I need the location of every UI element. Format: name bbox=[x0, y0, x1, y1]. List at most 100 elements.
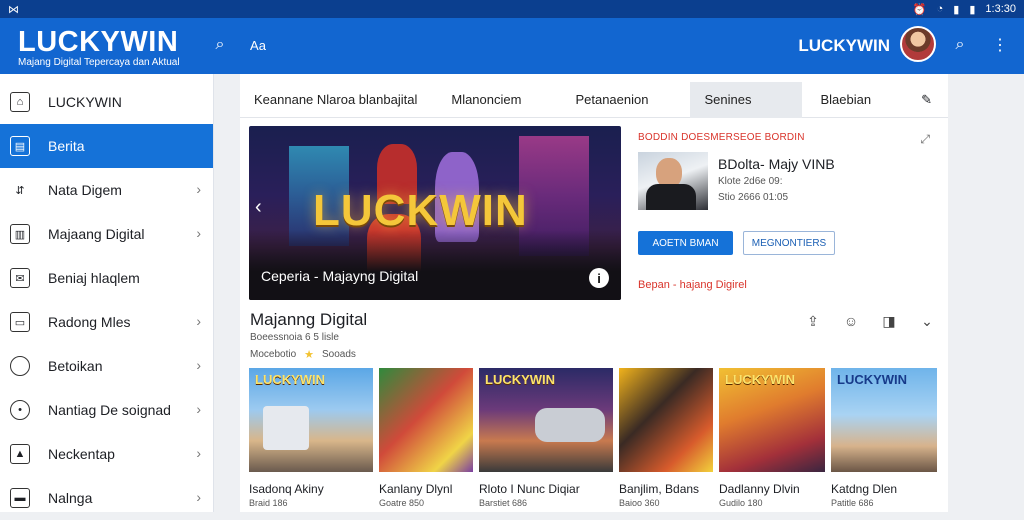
tab-3[interactable]: Petanaenion bbox=[561, 82, 662, 118]
brand-logo: LUCKYWIN bbox=[18, 26, 179, 58]
hero-banner[interactable]: LUCKWIN ‹ Ceperia - Majayng Digital i bbox=[249, 126, 621, 300]
sidebar-item-inbox[interactable]: ▬ Nalnga › bbox=[0, 476, 213, 520]
sidebar-item-mail[interactable]: ✉ Beniaj hlaqlem bbox=[0, 256, 213, 300]
card-image: LUCKYWIN bbox=[479, 368, 613, 472]
card-image bbox=[619, 368, 713, 472]
card-image bbox=[379, 368, 473, 472]
chevron-left-icon[interactable]: ‹ bbox=[255, 196, 262, 219]
sidebar-item-image[interactable]: ▲ Neckentap › bbox=[0, 432, 213, 476]
news-icon: ▤ bbox=[10, 136, 30, 156]
sidebar-item-label: LUCKYWIN bbox=[48, 94, 122, 110]
chevron-right-icon: › bbox=[196, 357, 201, 373]
status-bar: ⋈ ⏰ ◔ ▮ ▮ 1:3:30 bbox=[0, 0, 1024, 18]
card-subtitle: Baioo 360 bbox=[619, 498, 660, 508]
section-meta-left: Mocebotio bbox=[250, 349, 297, 360]
emoji-icon[interactable]: ☺ bbox=[842, 312, 860, 330]
sidebar-item-label: Nata Digem bbox=[48, 182, 122, 198]
card-image: LUCKYWIN bbox=[719, 368, 825, 472]
card-badge: LUCKYWIN bbox=[485, 372, 556, 387]
battery-icon: ▮ bbox=[969, 3, 976, 16]
chevron-down-icon[interactable]: ⌄ bbox=[918, 312, 936, 330]
sidebar: ⌂ LUCKYWIN ▤ Berita ⇵ Nata Digem › ▥ Maj… bbox=[0, 74, 214, 512]
content-card[interactable]: LUCKYWIN Rloto I Nunc Diqiar Barstiet 68… bbox=[479, 368, 613, 508]
status-time: 1:3:30 bbox=[985, 3, 1016, 15]
section-title: Majanng Digital bbox=[250, 310, 368, 329]
sidebar-item-trend[interactable]: ⇵ Nata Digem › bbox=[0, 168, 213, 212]
card-subtitle: Barstiet 686 bbox=[479, 498, 528, 508]
featured-news-card: BODDIN DOESMERSEOE BORDIN ⤢ BDolta- Majy… bbox=[638, 126, 938, 300]
avatar[interactable] bbox=[900, 26, 936, 62]
sidebar-item-grid[interactable]: ▥ Majaang Digital › bbox=[0, 212, 213, 256]
news-meta: Stio 2666 01:05 bbox=[718, 192, 789, 203]
sidebar-item-label: Neckentap bbox=[48, 446, 115, 462]
secondary-action-button[interactable]: MEGNONTIERS bbox=[743, 231, 835, 255]
chevron-right-icon: › bbox=[196, 401, 201, 417]
hero-caption: Ceperia - Majayng Digital bbox=[261, 268, 419, 284]
tab-4[interactable]: Senines bbox=[690, 81, 803, 118]
trend-icon: ⇵ bbox=[15, 184, 25, 197]
sidebar-item-box[interactable]: ▭ Radong Mles › bbox=[0, 300, 213, 344]
tab-5[interactable]: Blaebian bbox=[806, 82, 885, 118]
app-bar: LUCKYWIN Majang Digital Tepercaya dan Ak… bbox=[0, 18, 1024, 74]
translate-icon[interactable]: Aa bbox=[248, 35, 268, 55]
content-card[interactable]: Kanlany Dlynl Goatre 850 bbox=[379, 368, 473, 508]
mic-icon[interactable]: ✎ bbox=[921, 92, 932, 108]
content-card[interactable]: LUCKYWIN Dadlanny Dlvin Gudilo 180 bbox=[719, 368, 825, 508]
sidebar-item-circle[interactable]: Betoikan › bbox=[0, 344, 213, 388]
main-content: Keannane Nlaroa blanbajital Mlanonciem P… bbox=[240, 74, 948, 512]
sidebar-item-label: Nalnga bbox=[48, 490, 93, 506]
chevron-right-icon: › bbox=[196, 181, 201, 197]
box-icon: ▭ bbox=[10, 312, 30, 332]
bus-shape bbox=[263, 406, 309, 450]
card-title: Isadonq Akiny bbox=[249, 482, 324, 496]
news-footer-link[interactable]: Bepan - hajang Digirel bbox=[638, 279, 747, 291]
info-icon[interactable]: i bbox=[589, 268, 609, 288]
share-icon[interactable]: ⇪ bbox=[804, 312, 822, 330]
thumb-body bbox=[646, 184, 696, 210]
tab-1[interactable]: Keannane Nlaroa blanbajital bbox=[240, 82, 431, 118]
news-kicker: BODDIN DOESMERSEOE BORDIN bbox=[638, 132, 805, 143]
card-image: LUCKYWIN bbox=[831, 368, 937, 472]
card-subtitle: Braid 186 bbox=[249, 498, 288, 508]
primary-action-button[interactable]: AOETN BMAN bbox=[638, 231, 733, 255]
home-icon: ⌂ bbox=[10, 92, 30, 112]
sidebar-item-location[interactable]: • Nantiag De soignad › bbox=[0, 388, 213, 432]
content-card[interactable]: LUCKYWIN Katdng Dlen Patitle 686 bbox=[831, 368, 937, 508]
signal-icon: ▮ bbox=[953, 3, 960, 16]
sidebar-item-label: Radong Mles bbox=[48, 314, 131, 330]
more-vert-icon[interactable]: ⋮ bbox=[990, 35, 1010, 55]
share-icon[interactable]: ⤢ bbox=[920, 132, 930, 147]
image-icon: ▲ bbox=[10, 444, 30, 464]
wifi-icon: ◔ bbox=[936, 3, 944, 15]
status-right: ⏰ ◔ ▮ ▮ 1:3:30 bbox=[913, 3, 1016, 16]
sidebar-item-home[interactable]: ⌂ LUCKYWIN bbox=[0, 80, 213, 124]
card-title: Rloto I Nunc Diqiar bbox=[479, 482, 580, 496]
section-actions: ⇪ ☺ ◨ ⌄ bbox=[804, 312, 936, 330]
mail-icon: ✉ bbox=[10, 268, 30, 288]
news-title[interactable]: BDolta- Majy VINB bbox=[718, 156, 835, 172]
brand[interactable]: LUCKYWIN Majang Digital Tepercaya dan Ak… bbox=[18, 27, 180, 69]
location-icon: • bbox=[10, 400, 30, 420]
bookmark-icon[interactable]: ◨ bbox=[880, 312, 898, 330]
sidebar-item-label: Berita bbox=[48, 138, 85, 154]
content-card[interactable]: Banjlim, Bdans Baioo 360 bbox=[619, 368, 713, 508]
tab-2[interactable]: Mlanonciem bbox=[437, 82, 535, 118]
content-card[interactable]: LUCKYWIN Isadonq Akiny Braid 186 bbox=[249, 368, 373, 508]
card-badge: LUCKYWIN bbox=[725, 372, 796, 387]
card-badge: LUCKYWIN bbox=[837, 372, 908, 387]
card-title: Dadlanny Dlvin bbox=[719, 482, 800, 496]
news-meta: Klote 2d6e 09: bbox=[718, 176, 783, 187]
sidebar-item-news[interactable]: ▤ Berita bbox=[0, 124, 213, 168]
card-grid: LUCKYWIN Isadonq Akiny Braid 186 Kanlany… bbox=[249, 368, 939, 508]
star-icon: ★ bbox=[304, 349, 315, 361]
sidebar-item-label: Betoikan bbox=[48, 358, 103, 374]
hero-logo: LUCKWIN bbox=[313, 186, 528, 235]
card-subtitle: Goatre 850 bbox=[379, 498, 425, 508]
hero-crowd bbox=[249, 230, 621, 300]
search-icon[interactable]: ⌕ bbox=[210, 35, 230, 55]
user-label[interactable]: LUCKYWIN bbox=[798, 36, 890, 56]
search-icon[interactable]: ⌕ bbox=[950, 35, 970, 55]
section-subtitle: Boeessnoia 6 5 lisle bbox=[250, 332, 339, 343]
chevron-right-icon: › bbox=[196, 445, 201, 461]
news-thumbnail[interactable] bbox=[638, 152, 708, 210]
